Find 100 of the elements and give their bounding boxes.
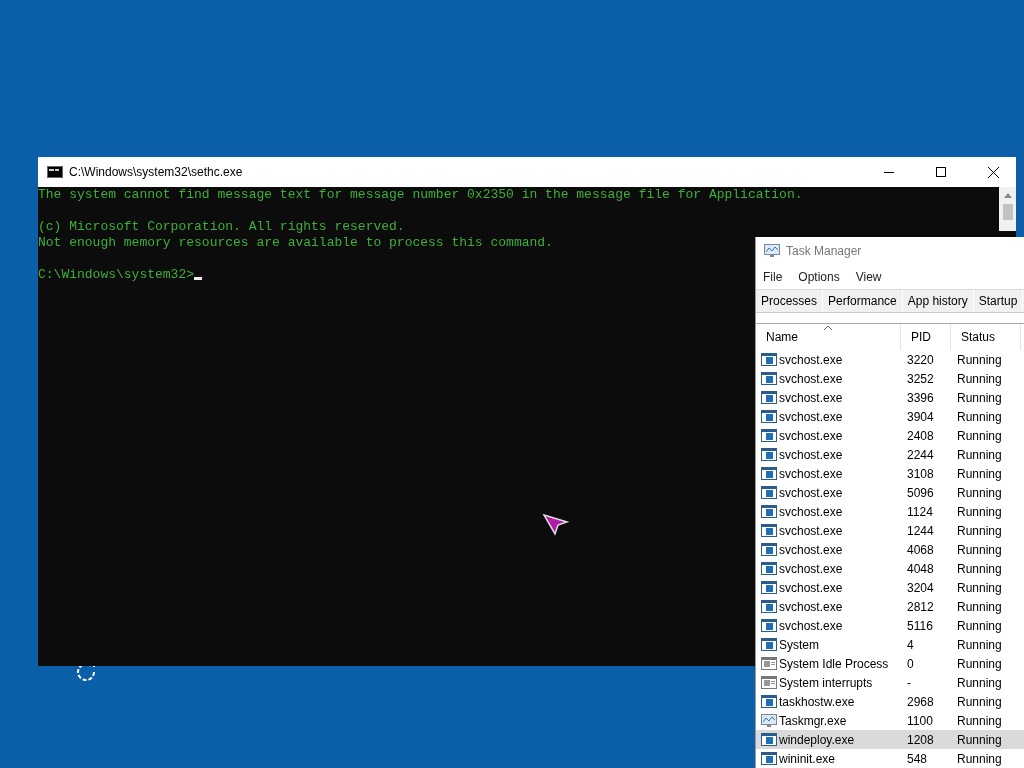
process-name: svchost.exe bbox=[779, 561, 843, 576]
app-window-icon bbox=[761, 448, 777, 461]
process-id: 2812 bbox=[906, 599, 935, 614]
process-id: 5096 bbox=[906, 485, 935, 500]
process-id: 3220 bbox=[906, 352, 935, 367]
process-row[interactable]: svchost.exe 4048 Running bbox=[756, 559, 1024, 578]
app-window-icon bbox=[761, 752, 777, 765]
menu-item[interactable]: View bbox=[855, 270, 882, 284]
window-title: C:\Windows\system32\sethc.exe bbox=[69, 165, 243, 179]
command-prompt: C:\Windows\system32> bbox=[38, 267, 195, 283]
process-name: svchost.exe bbox=[779, 352, 843, 367]
process-row[interactable]: svchost.exe 5116 Running bbox=[756, 616, 1024, 635]
process-row[interactable]: svchost.exe 3108 Running bbox=[756, 464, 1024, 483]
process-name: svchost.exe bbox=[779, 580, 843, 595]
process-id: 4 bbox=[906, 637, 915, 652]
process-name: Taskmgr.exe bbox=[779, 713, 847, 728]
app-window-icon bbox=[761, 467, 777, 480]
process-id: 3904 bbox=[906, 409, 935, 424]
process-row[interactable]: wininit.exe 548 Running bbox=[756, 749, 1024, 768]
process-name: windeploy.exe bbox=[779, 732, 855, 747]
mouse-pointer-icon bbox=[543, 514, 569, 536]
window-title: Task Manager bbox=[786, 244, 862, 258]
app-window-icon bbox=[761, 676, 777, 689]
process-row[interactable]: System 4 Running bbox=[756, 635, 1024, 654]
process-id: - bbox=[906, 675, 912, 690]
chart-icon bbox=[761, 714, 777, 727]
process-status: Running bbox=[956, 504, 1003, 519]
process-id: 3108 bbox=[906, 466, 935, 481]
column-header[interactable]: PID bbox=[901, 324, 951, 350]
process-row[interactable]: System Idle Process 0 Running bbox=[756, 654, 1024, 673]
chart-icon bbox=[764, 244, 780, 258]
console-text: The system cannot find message text for message number 0x2350 in the message file for Application. bbox=[38, 187, 803, 203]
process-row[interactable]: svchost.exe 3220 Running bbox=[756, 350, 1024, 369]
menu-item[interactable]: Options bbox=[798, 270, 840, 284]
process-row[interactable]: taskhostw.exe 2968 Running bbox=[756, 692, 1024, 711]
process-name: svchost.exe bbox=[779, 466, 843, 481]
process-row[interactable]: svchost.exe 2408 Running bbox=[756, 426, 1024, 445]
process-status: Running bbox=[956, 523, 1003, 538]
process-id: 1124 bbox=[906, 504, 934, 519]
process-id: 2244 bbox=[906, 447, 935, 462]
app-window-icon bbox=[761, 562, 777, 575]
app-window-icon bbox=[761, 486, 777, 499]
app-window-icon bbox=[761, 695, 777, 708]
process-row[interactable]: svchost.exe 2244 Running bbox=[756, 445, 1024, 464]
process-status: Running bbox=[956, 447, 1003, 462]
process-row[interactable]: svchost.exe 4068 Running bbox=[756, 540, 1024, 559]
process-name: svchost.exe bbox=[779, 599, 843, 614]
process-status: Running bbox=[956, 751, 1003, 766]
process-status: Running bbox=[956, 618, 1003, 633]
process-id: 5116 bbox=[906, 618, 934, 633]
process-status: Running bbox=[956, 352, 1003, 367]
process-status: Running bbox=[956, 732, 1003, 747]
process-status: Running bbox=[956, 561, 1003, 576]
process-name: System bbox=[779, 637, 819, 652]
process-name: taskhostw.exe bbox=[779, 694, 855, 709]
process-id: 3204 bbox=[906, 580, 935, 595]
process-name: svchost.exe bbox=[779, 618, 843, 633]
process-status: Running bbox=[956, 390, 1003, 405]
process-status: Running bbox=[956, 675, 1003, 690]
process-row[interactable]: Taskmgr.exe 1100 Running bbox=[756, 711, 1024, 730]
process-row[interactable]: windeploy.exe 1208 Running bbox=[756, 730, 1024, 749]
process-row[interactable]: svchost.exe 3252 Running bbox=[756, 369, 1024, 388]
process-id: 548 bbox=[906, 751, 929, 766]
app-window-icon bbox=[761, 657, 777, 670]
process-row[interactable]: svchost.exe 1124 Running bbox=[756, 502, 1024, 521]
app-window-icon bbox=[761, 524, 777, 537]
process-row[interactable]: svchost.exe 3396 Running bbox=[756, 388, 1024, 407]
process-name: svchost.exe bbox=[779, 428, 843, 443]
process-row[interactable]: System interrupts - Running bbox=[756, 673, 1024, 692]
process-status: Running bbox=[956, 713, 1003, 728]
column-header[interactable]: Status bbox=[951, 324, 1021, 350]
process-id: 1244 bbox=[906, 523, 935, 538]
process-name: svchost.exe bbox=[779, 504, 843, 519]
sort-caret-icon bbox=[824, 325, 832, 330]
process-row[interactable]: svchost.exe 3204 Running bbox=[756, 578, 1024, 597]
process-name: svchost.exe bbox=[779, 390, 843, 405]
scroll-thumb[interactable] bbox=[1002, 204, 1013, 220]
menu-item[interactable]: File bbox=[763, 270, 783, 284]
process-name: wininit.exe bbox=[779, 751, 836, 766]
app-window-icon bbox=[761, 505, 777, 518]
process-name: svchost.exe bbox=[779, 523, 843, 538]
app-window-icon bbox=[761, 391, 777, 404]
process-name: svchost.exe bbox=[779, 447, 843, 462]
process-row[interactable]: svchost.exe 5096 Running bbox=[756, 483, 1024, 502]
process-row[interactable]: svchost.exe 2812 Running bbox=[756, 597, 1024, 616]
process-row[interactable]: svchost.exe 1244 Running bbox=[756, 521, 1024, 540]
scroll-up-icon bbox=[1003, 193, 1012, 198]
text-cursor bbox=[194, 277, 203, 280]
console-text: (c) Microsoft Corporation. All rights reserved. bbox=[38, 219, 405, 235]
process-id: 3396 bbox=[906, 390, 935, 405]
process-status: Running bbox=[956, 694, 1003, 709]
process-id: 1100 bbox=[906, 713, 934, 728]
column-header[interactable]: Name bbox=[756, 324, 901, 350]
process-row[interactable]: svchost.exe 3904 Running bbox=[756, 407, 1024, 426]
process-id: 3252 bbox=[906, 371, 935, 386]
scrollbar[interactable] bbox=[999, 187, 1016, 231]
process-status: Running bbox=[956, 580, 1003, 595]
process-status: Running bbox=[956, 637, 1003, 652]
app-window-icon bbox=[761, 429, 777, 442]
process-name: svchost.exe bbox=[779, 409, 843, 424]
